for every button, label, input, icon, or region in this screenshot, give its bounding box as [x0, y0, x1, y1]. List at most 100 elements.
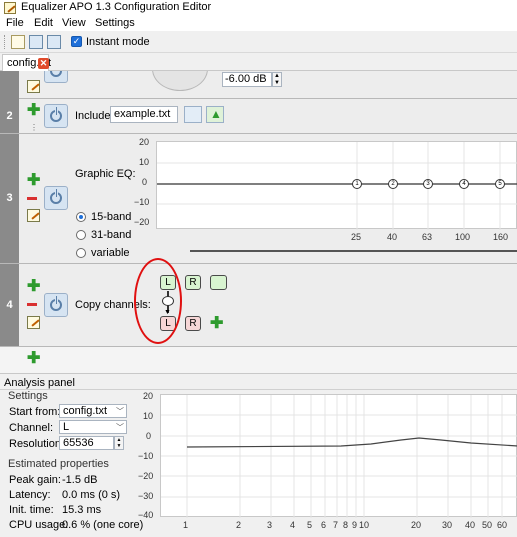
analysis-y-tick: 20	[143, 391, 154, 401]
power-toggle-icon[interactable]	[44, 293, 68, 317]
power-toggle-icon[interactable]	[44, 104, 68, 128]
start-from-label: Start from:	[9, 406, 61, 418]
power-toggle-icon[interactable]	[44, 186, 68, 210]
radio-31-band[interactable]	[76, 230, 86, 240]
analysis-y-tick: 0	[146, 431, 152, 441]
include-file-value: example.txt	[114, 108, 171, 120]
frequency-response-graph[interactable]	[160, 394, 517, 518]
cpu-usage-value: 0.6 % (one core)	[62, 519, 144, 531]
source-channel-empty[interactable]	[210, 275, 227, 290]
eq-x-tick: 100	[455, 232, 471, 242]
analysis-y-tick: 10	[143, 411, 154, 421]
chevron-down-icon: ﹀	[116, 423, 124, 432]
new-file-icon[interactable]	[11, 35, 25, 49]
highlight-ellipse	[134, 258, 182, 344]
add-filter-icon[interactable]: ✚	[27, 103, 40, 119]
analysis-x-tick: 8	[343, 520, 349, 530]
eq-band-node[interactable]: 1	[352, 179, 362, 189]
editor-area: -6.00 dB ▲ ▼ 2 ✚ ⋮ Include: example.txt ▲…	[0, 71, 517, 373]
menu-edit[interactable]: Edit	[34, 17, 53, 29]
tab-config[interactable]: config.txt ✕	[2, 54, 51, 71]
channel-value: L	[63, 421, 70, 433]
open-include-icon[interactable]: ▲	[206, 106, 224, 123]
gain-input[interactable]: -6.00 dB	[222, 72, 272, 87]
power-toggle-icon[interactable]	[44, 71, 68, 83]
eq-x-tick: 160	[493, 232, 509, 242]
remove-filter-icon[interactable]	[27, 197, 37, 200]
resolution-spinner[interactable]: ▲ ▼	[114, 436, 124, 450]
eq-y-tick: 0	[142, 177, 148, 187]
analysis-x-tick: 50	[482, 520, 493, 530]
radio-15-band[interactable]	[76, 212, 86, 222]
edit-note-icon[interactable]	[27, 80, 40, 93]
analysis-y-tick: −40	[138, 510, 154, 520]
analysis-x-tick: 5	[307, 520, 313, 530]
menu-view[interactable]: View	[62, 17, 86, 29]
add-row: ✚	[0, 347, 517, 373]
eq-band-node[interactable]: 2	[388, 179, 398, 189]
add-filter-icon[interactable]: ✚	[27, 279, 40, 295]
analysis-x-tick: 7	[333, 520, 339, 530]
edit-note-icon[interactable]	[27, 209, 40, 222]
include-file-input[interactable]: example.txt	[110, 106, 178, 123]
divider	[0, 389, 517, 390]
eq-band-node[interactable]: 5	[495, 179, 505, 189]
menu-bar: File Edit View Settings	[0, 16, 517, 31]
eq-y-tick: −20	[134, 217, 150, 227]
row-number: 3	[0, 134, 19, 263]
edit-note-icon[interactable]	[27, 316, 40, 329]
menu-settings[interactable]: Settings	[95, 17, 135, 29]
radio-variable-label: variable	[91, 247, 130, 259]
analysis-x-tick: 2	[236, 520, 242, 530]
app-icon	[4, 2, 16, 14]
toolbar-grip	[4, 35, 6, 49]
resolution-input[interactable]: 65536	[59, 436, 114, 450]
latency-label: Latency:	[9, 489, 51, 501]
save-include-icon[interactable]	[184, 106, 202, 123]
channel-select[interactable]: L ﹀	[59, 420, 127, 434]
radio-variable[interactable]	[76, 248, 86, 258]
add-filter-icon[interactable]: ✚	[27, 351, 40, 367]
settings-group-title: Settings	[8, 390, 48, 402]
eq-band-node[interactable]: 4	[459, 179, 469, 189]
analysis-x-tick: 4	[290, 520, 296, 530]
target-channel-r[interactable]: R	[185, 316, 201, 331]
eq-x-tick: 40	[387, 232, 398, 242]
channel-label: Channel:	[9, 422, 54, 434]
gain-knob[interactable]	[152, 71, 208, 91]
gain-spinner[interactable]: ▲ ▼	[272, 72, 282, 87]
title-bar: Equalizer APO 1.3 Configuration Editor	[0, 0, 517, 16]
analysis-x-tick: 6	[321, 520, 327, 530]
filter-row-2: 2 ✚ ⋮ Include: example.txt ▲	[0, 99, 517, 134]
add-channel-icon[interactable]: ✚	[210, 316, 223, 332]
filter-row-1: -6.00 dB ▲ ▼	[0, 71, 517, 99]
close-tab-icon[interactable]: ✕	[38, 58, 49, 69]
init-time-label: Init. time:	[9, 504, 54, 516]
instant-mode-checkbox[interactable]: ✓	[71, 36, 82, 47]
eq-band-node[interactable]: 3	[423, 179, 433, 189]
source-channel-r[interactable]: R	[185, 275, 201, 290]
remove-filter-icon[interactable]	[27, 303, 37, 306]
analysis-y-tick: −30	[138, 491, 154, 501]
start-from-select[interactable]: config.txt ﹀	[59, 404, 127, 418]
chevron-down-icon: ﹀	[116, 407, 124, 416]
eq-x-tick: 63	[422, 232, 433, 242]
radio-31-band-label: 31-band	[91, 229, 132, 241]
graphic-eq-graph[interactable]: 1 2 3 4 5	[156, 141, 517, 230]
row-number-bar	[0, 71, 19, 99]
analysis-x-tick: 60	[497, 520, 508, 530]
eq-y-tick: 20	[139, 137, 150, 147]
row-number: 4	[0, 264, 19, 346]
filter-row-3: 3 ✚ Graphic EQ: 15-band 31-band variable…	[0, 134, 517, 264]
drag-handle-icon[interactable]: ⋮	[30, 123, 38, 132]
add-filter-icon[interactable]: ✚	[27, 173, 40, 189]
tab-bar: config.txt ✕	[0, 53, 517, 71]
menu-file[interactable]: File	[6, 17, 24, 29]
analysis-x-tick: 9	[352, 520, 358, 530]
cpu-usage-label: CPU usage:	[9, 519, 69, 531]
eq-y-tick: 10	[139, 157, 150, 167]
eq-x-tick: 25	[351, 232, 362, 242]
eq-scrollbar[interactable]	[190, 250, 517, 252]
save-as-icon[interactable]	[47, 35, 61, 49]
save-icon[interactable]	[29, 35, 43, 49]
